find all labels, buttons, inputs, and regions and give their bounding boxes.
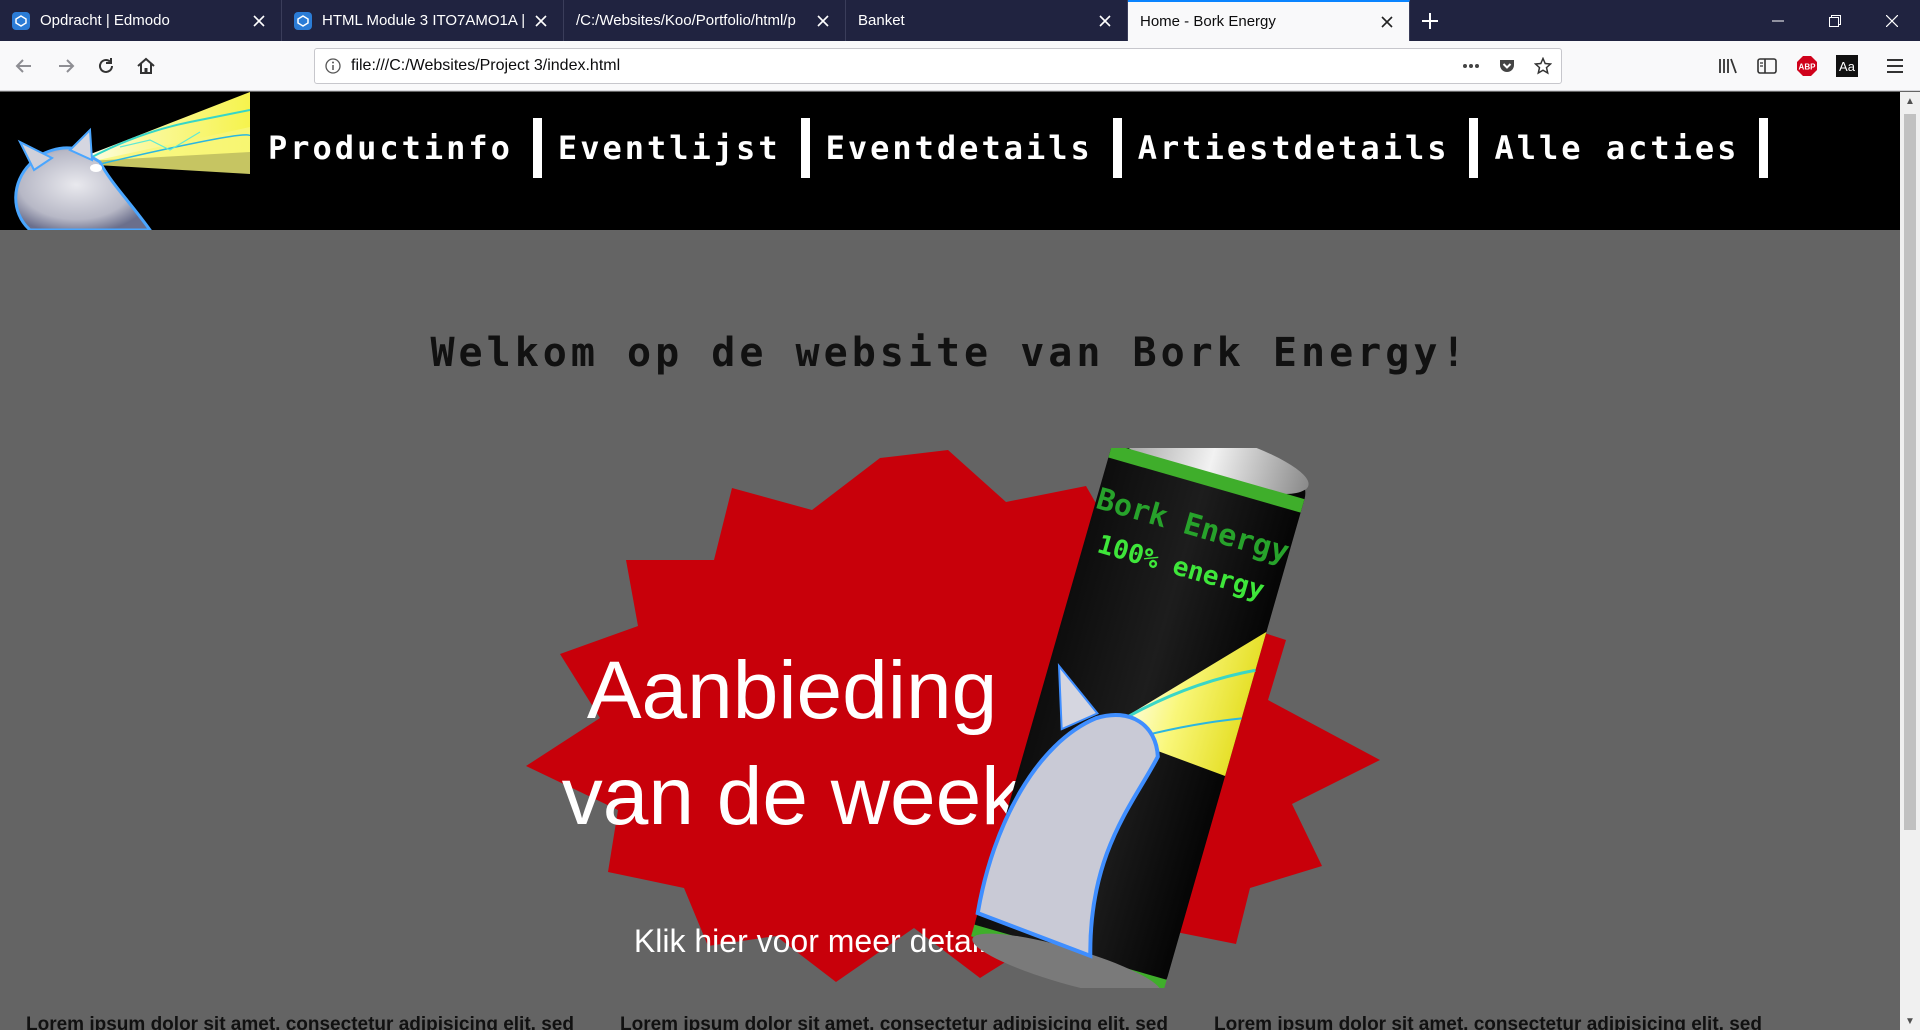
offer-title-line1: Aanbieding [587, 645, 997, 736]
reader-font-icon[interactable]: Aa [1832, 51, 1862, 81]
window-controls [1749, 0, 1920, 41]
offer-title-line2: van de week [562, 751, 1023, 842]
column-2-text: Lorem ipsum dolor sit amet, consectetur … [620, 1014, 1168, 1030]
adblock-plus-icon[interactable]: ABP [1792, 51, 1822, 81]
back-button[interactable] [6, 48, 42, 84]
vertical-scrollbar[interactable]: ▲ ▼ [1900, 92, 1920, 1030]
close-window-button[interactable] [1863, 0, 1920, 41]
navigation-toolbar: file:///C:/Websites/Project 3/index.html… [0, 41, 1920, 91]
close-tab-icon[interactable] [529, 9, 553, 33]
scroll-up-icon[interactable]: ▲ [1900, 92, 1920, 110]
url-text: file:///C:/Websites/Project 3/index.html [351, 57, 621, 74]
tab-title: HTML Module 3 ITO7AMO1A | [322, 12, 526, 29]
edmodo-icon [12, 11, 30, 30]
menu-item-alle-acties[interactable]: Alle acties [1478, 118, 1769, 178]
address-bar[interactable]: file:///C:/Websites/Project 3/index.html [314, 48, 1562, 84]
library-icon[interactable] [1713, 51, 1743, 81]
page-viewport: Productinfo Eventlijst Eventdetails Arti… [0, 92, 1900, 1030]
tab-title: /C:/Websites/Koo/Portfolio/html/p [576, 12, 796, 29]
column-1-text: Lorem ipsum dolor sit amet, consectetur … [26, 1014, 574, 1030]
info-icon[interactable] [315, 58, 351, 74]
tab-title: Banket [858, 12, 905, 29]
close-tab-icon[interactable] [1093, 9, 1117, 33]
edmodo-icon [294, 11, 312, 30]
main-menu: Productinfo Eventlijst Eventdetails Arti… [252, 118, 1769, 178]
forward-button[interactable] [48, 48, 84, 84]
site-header: Productinfo Eventlijst Eventdetails Arti… [0, 92, 1900, 230]
tab-title: Home - Bork Energy [1140, 13, 1276, 30]
home-icon [137, 57, 155, 74]
bork-energy-logo[interactable] [0, 92, 250, 230]
minimize-button[interactable] [1749, 0, 1806, 41]
hamburger-menu-icon[interactable] [1880, 51, 1910, 81]
column-3-text: Lorem ipsum dolor sit amet, consectetur … [1214, 1014, 1762, 1030]
plus-icon [1422, 12, 1438, 29]
reload-button[interactable] [88, 48, 124, 84]
menu-item-eventlijst[interactable]: Eventlijst [542, 118, 810, 178]
menu-item-artiestdetails[interactable]: Artiestdetails [1122, 118, 1479, 178]
tab-edmodo-opdracht[interactable]: Opdracht | Edmodo [0, 0, 282, 41]
offer-banner[interactable]: Aanbieding van de week Klik hier voor me… [380, 422, 1530, 998]
svg-text:Aa: Aa [1839, 59, 1856, 74]
close-tab-icon[interactable] [1375, 10, 1399, 34]
tab-bork-energy[interactable]: Home - Bork Energy [1128, 0, 1410, 41]
new-tab-button[interactable] [1410, 0, 1450, 41]
close-tab-icon[interactable] [247, 9, 271, 33]
sidebar-icon[interactable] [1752, 51, 1782, 81]
tab-banket[interactable]: Banket [846, 0, 1128, 41]
page-actions-icon[interactable] [1453, 63, 1489, 69]
pocket-icon[interactable] [1489, 57, 1525, 75]
svg-text:ABP: ABP [1799, 63, 1817, 72]
arrow-left-icon [15, 59, 31, 73]
scroll-down-icon[interactable]: ▼ [1900, 1012, 1920, 1030]
tab-html-module[interactable]: HTML Module 3 ITO7AMO1A | [282, 0, 564, 41]
bookmark-star-icon[interactable] [1525, 57, 1561, 75]
tab-title: Opdracht | Edmodo [40, 12, 170, 29]
menu-item-productinfo[interactable]: Productinfo [252, 118, 542, 178]
tab-portfolio[interactable]: /C:/Websites/Koo/Portfolio/html/p [564, 0, 846, 41]
reload-icon [99, 58, 113, 73]
arrow-right-icon [59, 59, 75, 73]
welcome-heading: Welkom op de website van Bork Energy! [430, 330, 1470, 376]
offer-cta-text: Klik hier voor meer details [634, 923, 1002, 959]
close-tab-icon[interactable] [811, 9, 835, 33]
home-button[interactable] [128, 48, 164, 84]
restore-button[interactable] [1806, 0, 1863, 41]
menu-item-eventdetails[interactable]: Eventdetails [810, 118, 1122, 178]
scrollbar-thumb[interactable] [1904, 114, 1916, 830]
tab-strip: Opdracht | Edmodo HTML Module 3 ITO7AMO1… [0, 0, 1920, 41]
